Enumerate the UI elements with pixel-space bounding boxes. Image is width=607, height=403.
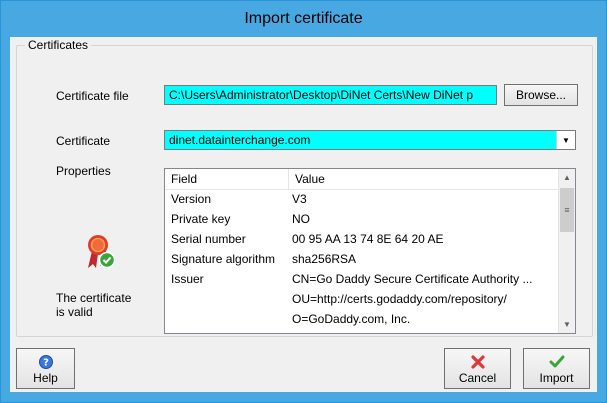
row-value: CN=Go Daddy Secure Certificate Authority… — [292, 272, 533, 286]
table-row[interactable]: O=GoDaddy.com, Inc. — [165, 309, 561, 329]
column-header-value[interactable]: Value — [289, 169, 325, 189]
import-button[interactable]: Import — [523, 348, 590, 389]
grid-header: Field Value — [165, 169, 561, 190]
certificate-selected-value: dinet.datainterchange.com — [169, 133, 311, 147]
status-text: The certificate is valid — [56, 291, 131, 319]
button-bar: ? Help Cancel Import — [10, 337, 597, 392]
row-value: V3 — [292, 192, 307, 206]
row-value: sha256RSA — [292, 252, 357, 266]
table-row[interactable]: OU=http://certs.godaddy.com/repository/ — [165, 289, 561, 309]
row-field — [165, 309, 289, 329]
import-certificate-dialog: Import certificate Certificates Certific… — [0, 0, 607, 403]
checkmark-icon — [549, 353, 565, 371]
row-field — [165, 289, 289, 309]
status-line-2: is valid — [56, 305, 93, 319]
scrollbar-thumb[interactable]: ≡ — [560, 188, 574, 232]
scroll-down-icon[interactable]: ▼ — [559, 316, 575, 333]
table-row[interactable]: Version V3 — [165, 189, 561, 209]
row-field: Version — [171, 192, 212, 206]
cancel-icon — [470, 353, 485, 371]
table-row[interactable]: Issuer CN=Go Daddy Secure Certificate Au… — [165, 269, 561, 289]
browse-button[interactable]: Browse... — [504, 84, 578, 106]
scroll-up-icon[interactable]: ▲ — [559, 169, 575, 186]
vertical-scrollbar[interactable]: ▲ ≡ ▼ — [558, 169, 575, 333]
help-icon: ? — [38, 353, 53, 371]
table-row[interactable]: Signature algorithm sha256RSA — [165, 249, 561, 269]
status-line-1: The certificate — [56, 291, 132, 305]
import-label: Import — [539, 370, 574, 385]
certificate-valid-icon — [83, 234, 116, 270]
cancel-button[interactable]: Cancel — [444, 348, 511, 389]
row-value: NO — [292, 212, 310, 226]
row-value: OU=http://certs.godaddy.com/repository/ — [292, 292, 507, 306]
row-value: O=GoDaddy.com, Inc. — [292, 312, 411, 326]
certificate-label: Certificate — [56, 134, 111, 148]
row-field: Serial number — [171, 232, 246, 246]
column-header-field[interactable]: Field — [165, 169, 289, 189]
row-field: Private key — [171, 212, 231, 226]
help-button[interactable]: ? Help — [16, 348, 75, 389]
row-value: 00 95 AA 13 74 8E 64 20 AE — [292, 232, 444, 246]
help-label: Help — [33, 370, 58, 385]
table-row[interactable]: Private key NO — [165, 209, 561, 229]
svg-text:?: ? — [43, 357, 49, 368]
properties-label: Properties — [56, 164, 111, 178]
certificate-file-input[interactable]: C:\Users\Administrator\Desktop\DiNet Cer… — [164, 85, 497, 105]
row-field: Signature algorithm — [171, 252, 276, 266]
window-title: Import certificate — [244, 10, 363, 27]
dialog-body: Certificates Certificate file C:\Users\A… — [10, 37, 597, 392]
group-title: Certificates — [25, 38, 92, 52]
certificate-file-label: Certificate file — [56, 89, 129, 103]
cancel-label: Cancel — [458, 370, 497, 385]
certificate-select[interactable]: dinet.datainterchange.com ▼ — [164, 130, 576, 150]
properties-grid[interactable]: Field Value Version V3 Private key NO Se… — [164, 168, 576, 334]
chevron-down-icon[interactable]: ▼ — [556, 131, 575, 149]
title-bar[interactable]: Import certificate — [1, 1, 606, 37]
certificates-group: Certificates Certificate file C:\Users\A… — [16, 38, 593, 337]
table-row[interactable]: Serial number 00 95 AA 13 74 8E 64 20 AE — [165, 229, 561, 249]
row-field: Issuer — [171, 272, 204, 286]
